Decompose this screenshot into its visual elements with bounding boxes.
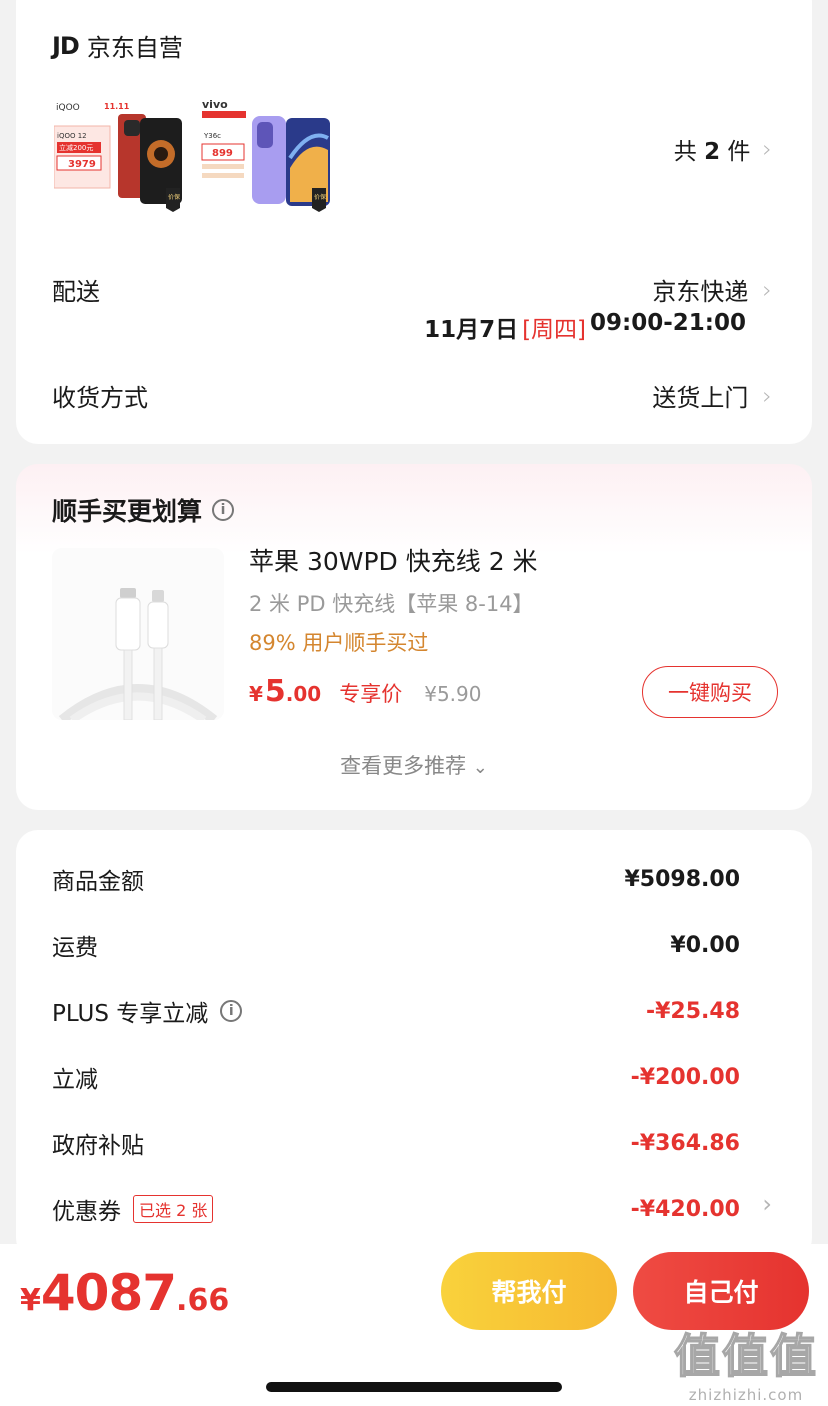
thumb-promo: 立减200元 bbox=[59, 143, 93, 152]
summary-label: PLUS 专享立减 bbox=[52, 1001, 209, 1027]
delivery-time[interactable]: 11月7日 [周四] 09:00-21:00 bbox=[424, 310, 746, 344]
watermark-site: zhizhizhi.com bbox=[688, 1386, 804, 1404]
watermark-logo: 值值值 bbox=[673, 1328, 818, 1384]
summary-label: 立减 bbox=[52, 1067, 98, 1093]
coupon-row[interactable]: 优惠券 已选 2 张 -¥420.00 bbox=[52, 1192, 740, 1226]
summary-label: 政府补贴 bbox=[52, 1133, 144, 1159]
total-currency: ¥ bbox=[20, 1283, 41, 1318]
count-prefix: 共 bbox=[673, 139, 697, 165]
total-integer: 4087 bbox=[40, 1264, 177, 1322]
delivery-value: 京东快递 bbox=[652, 278, 749, 306]
receive-value: 送货上门 bbox=[652, 384, 749, 412]
thumb-price: 3979 bbox=[68, 159, 96, 170]
store-card: JD 京东自营 iQOO 11.11 iQOO 12 立减200元 3979 价… bbox=[16, 0, 812, 444]
summary-row: 政府补贴 -¥364.86 bbox=[52, 1126, 740, 1160]
total-price: ¥ 4087 .66 bbox=[20, 1264, 229, 1322]
more-recommendations[interactable]: 查看更多推荐 ⌄ bbox=[16, 750, 812, 780]
delivery-label: 配送 bbox=[52, 278, 100, 306]
product-thumb-vivo[interactable]: vivo Y36c 899 价保 bbox=[200, 98, 332, 214]
chevron-right-icon: › bbox=[762, 381, 772, 410]
summary-row: 立减 -¥200.00 bbox=[52, 1060, 740, 1094]
receive-label: 收货方式 bbox=[52, 384, 148, 412]
summary-row: 运费 ¥0.00 bbox=[52, 928, 740, 962]
summary-value: -¥364.86 bbox=[630, 1130, 740, 1156]
summary-label: 商品金额 bbox=[52, 869, 144, 895]
chevron-right-icon: › bbox=[762, 135, 772, 163]
thumb-brand: iQOO bbox=[56, 103, 80, 113]
coupon-badge: 已选 2 张 bbox=[133, 1195, 214, 1223]
summary-row: 商品金额 ¥5098.00 bbox=[52, 862, 740, 896]
delivery-selector[interactable]: 京东快递 › bbox=[652, 272, 772, 307]
price-integer: 5 bbox=[264, 674, 286, 709]
price-summary-card: 商品金额 ¥5098.00 运费 ¥0.00 PLUS 专享立减 i -¥25.… bbox=[16, 830, 812, 1260]
price-decimal: .00 bbox=[285, 682, 322, 706]
product-price: ¥ 5 .00 专享价 ¥5.90 bbox=[249, 674, 482, 709]
store-header[interactable]: JD 京东自营 bbox=[52, 28, 183, 63]
help-me-pay-button[interactable]: 帮我付 bbox=[441, 1252, 617, 1330]
product-popularity: 89% 用户顺手买过 bbox=[249, 631, 429, 655]
jd-logo: JD bbox=[52, 31, 80, 60]
thumb-price-tag: 价保 bbox=[314, 193, 326, 201]
recommend-title: 顺手买更划算 bbox=[52, 497, 203, 526]
thumb-brand: vivo bbox=[202, 98, 228, 111]
chevron-down-icon: ⌄ bbox=[472, 757, 488, 778]
store-name: 京东自营 bbox=[86, 34, 183, 62]
summary-row: PLUS 专享立减 i -¥25.48 bbox=[52, 994, 740, 1028]
info-icon[interactable]: i bbox=[212, 499, 235, 521]
count-value: 2 bbox=[704, 139, 721, 165]
chevron-right-icon[interactable]: › bbox=[762, 1190, 772, 1218]
product-subtitle: 2 米 PD 快充线【苹果 8-14】 bbox=[249, 592, 534, 616]
receive-selector[interactable]: 送货上门 › bbox=[652, 378, 772, 413]
chevron-right-icon: › bbox=[762, 275, 772, 304]
item-count[interactable]: 共 2 件 › bbox=[674, 132, 772, 166]
product-thumb-iqoo[interactable]: iQOO 11.11 iQOO 12 立减200元 3979 价保 bbox=[53, 98, 186, 214]
summary-label: 运费 bbox=[52, 935, 98, 961]
delivery-window: 09:00-21:00 bbox=[590, 310, 746, 336]
price-currency: ¥ bbox=[249, 682, 263, 706]
recommend-card: 顺手买更划算 i 苹果 30WPD 快充线 2 米 2 米 PD 快充线【苹果 … bbox=[16, 464, 812, 810]
recommend-header: 顺手买更划算 i bbox=[52, 492, 235, 528]
product-name[interactable]: 苹果 30WPD 快充线 2 米 bbox=[249, 542, 538, 578]
watermark: 值值值 zhizhizhi.com bbox=[673, 1320, 818, 1404]
original-price: ¥5.90 bbox=[424, 682, 482, 706]
cable-product-image[interactable] bbox=[52, 548, 224, 720]
one-click-buy-button[interactable]: 一键购买 bbox=[642, 666, 778, 718]
thumb-badge: 11.11 bbox=[104, 102, 130, 111]
summary-label: 优惠券 bbox=[52, 1199, 121, 1225]
more-label: 查看更多推荐 bbox=[340, 754, 467, 778]
home-indicator[interactable] bbox=[266, 1382, 562, 1392]
thumb-model: Y36c bbox=[203, 132, 221, 140]
summary-value: -¥200.00 bbox=[630, 1064, 740, 1090]
thumb-price: 899 bbox=[212, 148, 233, 159]
delivery-weekday: [周四] bbox=[522, 317, 587, 343]
summary-value: -¥420.00 bbox=[630, 1196, 740, 1222]
info-icon[interactable]: i bbox=[220, 1000, 243, 1022]
summary-value: ¥0.00 bbox=[670, 932, 740, 958]
delivery-date: 11月7日 bbox=[424, 317, 519, 343]
count-suffix: 件 bbox=[727, 139, 751, 165]
price-tag: 专享价 bbox=[339, 682, 403, 706]
summary-value: -¥25.48 bbox=[645, 998, 740, 1024]
thumb-price-tag: 价保 bbox=[168, 193, 180, 201]
thumb-model: iQOO 12 bbox=[57, 132, 87, 140]
total-decimal: .66 bbox=[176, 1283, 230, 1318]
pay-myself-button[interactable]: 自己付 bbox=[633, 1252, 809, 1330]
summary-value: ¥5098.00 bbox=[624, 866, 740, 892]
